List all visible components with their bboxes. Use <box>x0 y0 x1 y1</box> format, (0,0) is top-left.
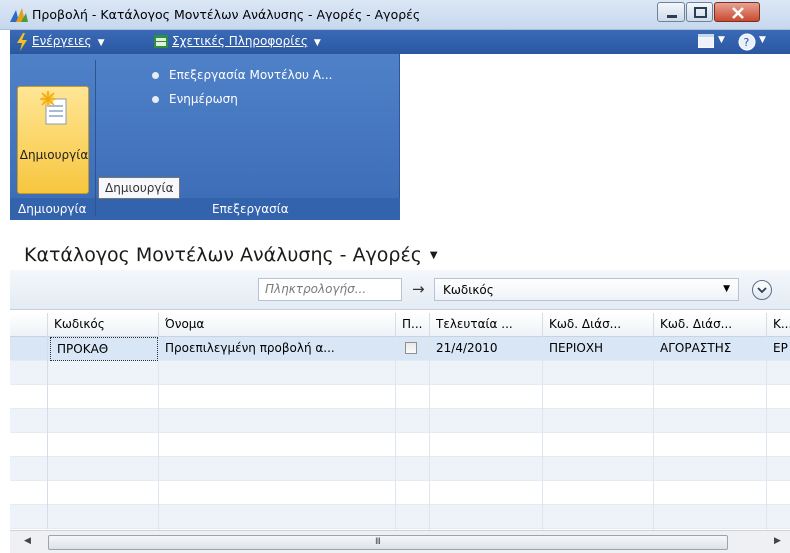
row-handle <box>10 385 48 409</box>
checkbox[interactable] <box>405 342 417 354</box>
layout-icon <box>697 33 715 49</box>
cell-dim2[interactable]: ΑΓΟΡΑΣΤΗΣ <box>654 337 767 361</box>
related-info-menu-label: Σχετικές Πληροφορίες <box>172 34 308 48</box>
row-handle <box>10 505 48 529</box>
column-header-last[interactable]: Τελευταία ... <box>430 313 543 337</box>
create-group-label: Δημιουργία <box>18 202 87 216</box>
column-divider <box>395 361 396 530</box>
minimize-icon <box>667 15 677 18</box>
column-header-code[interactable]: Κωδικός <box>48 313 159 337</box>
column-header-p[interactable]: Π... <box>396 313 430 337</box>
menu-bar: Ενέργειες ▼ Σχετικές Πληροφορίες ▼ ▼ ? ▼ <box>10 30 790 54</box>
scroll-left-icon[interactable]: ◀ <box>24 536 31 546</box>
app-icon <box>10 8 28 22</box>
cell-name[interactable]: Προεπιλεγμένη προβολή α... <box>159 337 396 361</box>
filter-field-select[interactable]: Κωδικός ▼ <box>434 278 739 301</box>
column-header-dim3[interactable]: Κ... <box>767 313 790 337</box>
column-divider <box>158 361 159 530</box>
chevron-down-icon: ▼ <box>313 38 321 48</box>
row-handle-header <box>10 313 48 337</box>
bullet-icon <box>152 96 159 103</box>
empty-row <box>10 433 790 457</box>
chevron-down-icon: ▼ <box>759 35 766 45</box>
cell-code[interactable]: ΠΡΟΚΑΘ <box>50 337 158 361</box>
cell-checkbox[interactable] <box>396 337 430 361</box>
window-title: Προβολή - Κατάλογος Μοντέλων Ανάλυσης - … <box>32 7 421 22</box>
chevron-down-icon: ▼ <box>429 250 438 261</box>
column-divider <box>429 361 430 530</box>
grid-header: Κωδικός Όνομα Π... Τελευταία ... Κωδ. Δι… <box>10 313 790 337</box>
chevron-down-icon: ▼ <box>97 38 105 48</box>
create-button-label: Δημιουργία <box>19 148 89 162</box>
maximize-icon <box>694 7 707 18</box>
empty-row <box>10 457 790 481</box>
edit-analysis-model-button[interactable]: Επεξεργασία Μοντέλου Α... <box>152 68 332 82</box>
column-divider <box>542 361 543 530</box>
actions-menu-label: Ενέργειες <box>32 34 92 48</box>
actions-menu[interactable]: Ενέργειες ▼ <box>32 34 105 48</box>
scroll-grip: III <box>375 537 381 547</box>
row-handle <box>10 481 48 505</box>
empty-row <box>10 385 790 409</box>
close-button[interactable] <box>714 2 760 22</box>
page-title-text: Κατάλογος Μοντέλων Ανάλυσης - Αγορές <box>24 244 422 266</box>
info-table-icon <box>154 35 168 48</box>
maximize-button[interactable] <box>686 2 713 22</box>
column-header-name[interactable]: Όνομα <box>159 313 396 337</box>
expand-filter-button[interactable] <box>752 280 772 300</box>
column-divider <box>653 361 654 530</box>
horizontal-scrollbar[interactable]: ◀ III ▶ <box>10 530 790 553</box>
minimize-button[interactable] <box>657 2 685 22</box>
layout-button[interactable]: ▼ <box>697 33 725 51</box>
svg-text:?: ? <box>744 36 750 49</box>
new-document-icon <box>40 91 67 125</box>
edit-group-label: Επεξεργασία <box>212 202 289 216</box>
filter-field-value: Κωδικός <box>443 283 494 297</box>
chevron-down-icon: ▼ <box>718 35 725 45</box>
column-divider <box>766 361 767 530</box>
empty-row <box>10 505 790 529</box>
row-handle <box>10 361 48 385</box>
close-icon <box>732 7 744 19</box>
empty-row <box>10 409 790 433</box>
arrow-right-icon[interactable]: → <box>412 280 425 298</box>
row-handle <box>10 409 48 433</box>
table-row[interactable]: ΠΡΟΚΑΘ Προεπιλεγμένη προβολή α... 21/4/2… <box>10 337 790 361</box>
cell-dim1[interactable]: ΠΕΡΙΟΧΗ <box>543 337 654 361</box>
related-info-menu[interactable]: Σχετικές Πληροφορίες ▼ <box>172 34 321 48</box>
lightning-icon <box>17 33 27 51</box>
ribbon-group-separator <box>95 60 96 216</box>
title-bar: Προβολή - Κατάλογος Μοντέλων Ανάλυσης - … <box>0 0 790 30</box>
scroll-right-icon[interactable]: ▶ <box>774 536 781 546</box>
bullet-icon <box>152 72 159 79</box>
help-button[interactable]: ? ▼ <box>738 33 766 54</box>
page-title[interactable]: Κατάλογος Μοντέλων Ανάλυσης - Αγορές ▼ <box>24 244 438 266</box>
row-handle <box>10 457 48 481</box>
scroll-thumb[interactable]: III <box>48 535 728 550</box>
cell-dim3[interactable]: ΕΡ <box>767 337 790 361</box>
cell-last[interactable]: 21/4/2010 <box>430 337 543 361</box>
edit-analysis-model-label: Επεξεργασία Μοντέλου Α... <box>169 68 333 82</box>
update-label: Ενημέρωση <box>169 92 238 106</box>
row-handle <box>10 433 48 457</box>
empty-row <box>10 361 790 385</box>
column-header-dim2[interactable]: Κωδ. Διάσ... <box>654 313 767 337</box>
chevron-down-circle-icon <box>757 287 767 294</box>
chevron-down-icon: ▼ <box>723 284 730 294</box>
help-icon: ? <box>738 33 756 51</box>
data-grid: Κωδικός Όνομα Π... Τελευταία ... Κωδ. Δι… <box>10 313 790 530</box>
row-handle[interactable] <box>10 337 48 361</box>
create-tooltip: Δημιουργία <box>98 177 181 199</box>
create-button[interactable]: Δημιουργία <box>17 86 89 194</box>
empty-row <box>10 481 790 505</box>
update-button[interactable]: Ενημέρωση <box>152 92 238 106</box>
column-header-dim1[interactable]: Κωδ. Διάσ... <box>543 313 654 337</box>
search-input[interactable]: Πληκτρολογήσ... <box>258 278 402 301</box>
